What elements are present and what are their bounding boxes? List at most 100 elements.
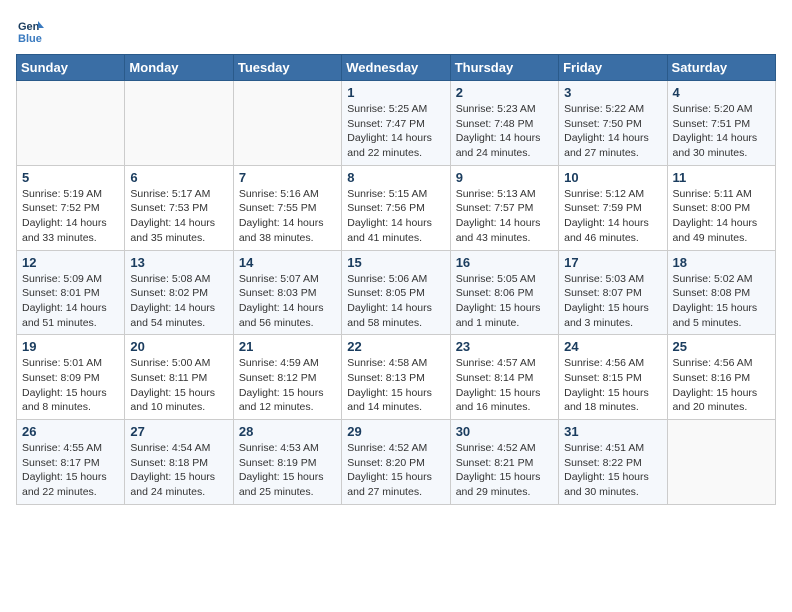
calendar-cell: 4Sunrise: 5:20 AM Sunset: 7:51 PM Daylig… xyxy=(667,81,775,166)
day-number: 30 xyxy=(456,424,553,439)
day-info: Sunrise: 4:51 AM Sunset: 8:22 PM Dayligh… xyxy=(564,441,661,500)
day-number: 26 xyxy=(22,424,119,439)
calendar-cell: 10 Sunrise: 5:12 AM Sunset: 7:59 PM Dayli… xyxy=(559,165,667,250)
calendar-week-3: 12 Sunrise: 5:09 AM Sunset: 8:01 PM Dayli… xyxy=(17,250,776,335)
day-info: Sunrise: 5:08 AM Sunset: 8:02 PM Dayligh… xyxy=(130,272,227,331)
day-number: 23 xyxy=(456,339,553,354)
weekday-header-saturday: Saturday xyxy=(667,55,775,81)
day-number: 10 xyxy=(564,170,661,185)
day-info: Sunrise: 5:19 AM Sunset: 7:52 PM Dayligh… xyxy=(22,187,119,246)
weekday-header-thursday: Thursday xyxy=(450,55,558,81)
day-number: 31 xyxy=(564,424,661,439)
day-info: Sunrise: 4:59 AM Sunset: 8:12 PM Dayligh… xyxy=(239,356,336,415)
calendar-week-2: 5 Sunrise: 5:19 AM Sunset: 7:52 PM Daylig… xyxy=(17,165,776,250)
calendar-cell: 22 Sunrise: 4:58 AM Sunset: 8:13 PM Dayli… xyxy=(342,335,450,420)
day-number: 29 xyxy=(347,424,444,439)
day-info: Sunrise: 5:07 AM Sunset: 8:03 PM Dayligh… xyxy=(239,272,336,331)
day-info: Sunrise: 5:03 AM Sunset: 8:07 PM Dayligh… xyxy=(564,272,661,331)
calendar-cell: 25 Sunrise: 4:56 AM Sunset: 8:16 PM Dayli… xyxy=(667,335,775,420)
calendar-cell: 12 Sunrise: 5:09 AM Sunset: 8:01 PM Dayli… xyxy=(17,250,125,335)
day-number: 3 xyxy=(564,85,661,100)
calendar-cell: 13 Sunrise: 5:08 AM Sunset: 8:02 PM Dayli… xyxy=(125,250,233,335)
weekday-header-row: SundayMondayTuesdayWednesdayThursdayFrid… xyxy=(17,55,776,81)
day-info: Sunrise: 4:55 AM Sunset: 8:17 PM Dayligh… xyxy=(22,441,119,500)
day-number: 14 xyxy=(239,255,336,270)
day-number: 12 xyxy=(22,255,119,270)
day-number: 4 xyxy=(673,85,770,100)
calendar-cell: 26 Sunrise: 4:55 AM Sunset: 8:17 PM Dayli… xyxy=(17,420,125,505)
weekday-header-wednesday: Wednesday xyxy=(342,55,450,81)
calendar-cell: 17 Sunrise: 5:03 AM Sunset: 8:07 PM Dayli… xyxy=(559,250,667,335)
calendar-cell: 1 Sunrise: 5:25 AM Sunset: 7:47 PM Daylig… xyxy=(342,81,450,166)
calendar-cell xyxy=(125,81,233,166)
calendar-cell: 20 Sunrise: 5:00 AM Sunset: 8:11 PM Dayli… xyxy=(125,335,233,420)
calendar-cell: 21 Sunrise: 4:59 AM Sunset: 8:12 PM Dayli… xyxy=(233,335,341,420)
calendar-cell: 11Sunrise: 5:11 AM Sunset: 8:00 PM Dayli… xyxy=(667,165,775,250)
day-number: 24 xyxy=(564,339,661,354)
logo-icon: Gen Blue xyxy=(16,16,46,46)
day-number: 22 xyxy=(347,339,444,354)
day-info: Sunrise: 4:52 AM Sunset: 8:20 PM Dayligh… xyxy=(347,441,444,500)
calendar-week-4: 19Sunrise: 5:01 AM Sunset: 8:09 PM Dayli… xyxy=(17,335,776,420)
calendar-table: SundayMondayTuesdayWednesdayThursdayFrid… xyxy=(16,54,776,505)
day-info: Sunrise: 5:13 AM Sunset: 7:57 PM Dayligh… xyxy=(456,187,553,246)
calendar-cell: 3 Sunrise: 5:22 AM Sunset: 7:50 PM Daylig… xyxy=(559,81,667,166)
day-number: 21 xyxy=(239,339,336,354)
calendar-week-1: 1 Sunrise: 5:25 AM Sunset: 7:47 PM Daylig… xyxy=(17,81,776,166)
calendar-cell: 28Sunrise: 4:53 AM Sunset: 8:19 PM Dayli… xyxy=(233,420,341,505)
calendar-cell: 23 Sunrise: 4:57 AM Sunset: 8:14 PM Dayli… xyxy=(450,335,558,420)
calendar-week-5: 26 Sunrise: 4:55 AM Sunset: 8:17 PM Dayli… xyxy=(17,420,776,505)
weekday-header-tuesday: Tuesday xyxy=(233,55,341,81)
day-number: 19 xyxy=(22,339,119,354)
day-info: Sunrise: 4:52 AM Sunset: 8:21 PM Dayligh… xyxy=(456,441,553,500)
day-number: 1 xyxy=(347,85,444,100)
calendar-cell: 8 Sunrise: 5:15 AM Sunset: 7:56 PM Daylig… xyxy=(342,165,450,250)
day-info: Sunrise: 4:58 AM Sunset: 8:13 PM Dayligh… xyxy=(347,356,444,415)
day-number: 2 xyxy=(456,85,553,100)
day-number: 17 xyxy=(564,255,661,270)
calendar-cell: 16 Sunrise: 5:05 AM Sunset: 8:06 PM Dayli… xyxy=(450,250,558,335)
day-info: Sunrise: 5:25 AM Sunset: 7:47 PM Dayligh… xyxy=(347,102,444,161)
day-info: Sunrise: 5:17 AM Sunset: 7:53 PM Dayligh… xyxy=(130,187,227,246)
calendar-cell: 29 Sunrise: 4:52 AM Sunset: 8:20 PM Dayli… xyxy=(342,420,450,505)
calendar-cell: 15 Sunrise: 5:06 AM Sunset: 8:05 PM Dayli… xyxy=(342,250,450,335)
calendar-cell: 18Sunrise: 5:02 AM Sunset: 8:08 PM Dayli… xyxy=(667,250,775,335)
calendar-cell: 30 Sunrise: 4:52 AM Sunset: 8:21 PM Dayli… xyxy=(450,420,558,505)
day-info: Sunrise: 5:12 AM Sunset: 7:59 PM Dayligh… xyxy=(564,187,661,246)
day-info: Sunrise: 4:57 AM Sunset: 8:14 PM Dayligh… xyxy=(456,356,553,415)
day-info: Sunrise: 5:02 AM Sunset: 8:08 PM Dayligh… xyxy=(673,272,770,331)
calendar-cell: 24Sunrise: 4:56 AM Sunset: 8:15 PM Dayli… xyxy=(559,335,667,420)
day-number: 6 xyxy=(130,170,227,185)
day-info: Sunrise: 5:05 AM Sunset: 8:06 PM Dayligh… xyxy=(456,272,553,331)
calendar-cell xyxy=(667,420,775,505)
calendar-cell: 27Sunrise: 4:54 AM Sunset: 8:18 PM Dayli… xyxy=(125,420,233,505)
day-number: 8 xyxy=(347,170,444,185)
day-number: 15 xyxy=(347,255,444,270)
day-info: Sunrise: 4:54 AM Sunset: 8:18 PM Dayligh… xyxy=(130,441,227,500)
day-number: 16 xyxy=(456,255,553,270)
day-number: 25 xyxy=(673,339,770,354)
calendar-cell: 19Sunrise: 5:01 AM Sunset: 8:09 PM Dayli… xyxy=(17,335,125,420)
day-info: Sunrise: 5:09 AM Sunset: 8:01 PM Dayligh… xyxy=(22,272,119,331)
day-number: 5 xyxy=(22,170,119,185)
day-info: Sunrise: 5:15 AM Sunset: 7:56 PM Dayligh… xyxy=(347,187,444,246)
day-number: 13 xyxy=(130,255,227,270)
weekday-header-friday: Friday xyxy=(559,55,667,81)
calendar-cell: 2Sunrise: 5:23 AM Sunset: 7:48 PM Daylig… xyxy=(450,81,558,166)
day-info: Sunrise: 4:56 AM Sunset: 8:16 PM Dayligh… xyxy=(673,356,770,415)
weekday-header-monday: Monday xyxy=(125,55,233,81)
day-info: Sunrise: 5:22 AM Sunset: 7:50 PM Dayligh… xyxy=(564,102,661,161)
day-info: Sunrise: 5:00 AM Sunset: 8:11 PM Dayligh… xyxy=(130,356,227,415)
calendar-cell: 6 Sunrise: 5:17 AM Sunset: 7:53 PM Daylig… xyxy=(125,165,233,250)
page-header: Gen Blue xyxy=(16,16,776,46)
day-info: Sunrise: 5:06 AM Sunset: 8:05 PM Dayligh… xyxy=(347,272,444,331)
calendar-cell: 7Sunrise: 5:16 AM Sunset: 7:55 PM Daylig… xyxy=(233,165,341,250)
day-info: Sunrise: 4:53 AM Sunset: 8:19 PM Dayligh… xyxy=(239,441,336,500)
svg-text:Gen: Gen xyxy=(18,21,40,33)
weekday-header-sunday: Sunday xyxy=(17,55,125,81)
day-info: Sunrise: 5:16 AM Sunset: 7:55 PM Dayligh… xyxy=(239,187,336,246)
day-number: 20 xyxy=(130,339,227,354)
calendar-cell: 31 Sunrise: 4:51 AM Sunset: 8:22 PM Dayli… xyxy=(559,420,667,505)
calendar-cell xyxy=(17,81,125,166)
day-number: 11 xyxy=(673,170,770,185)
